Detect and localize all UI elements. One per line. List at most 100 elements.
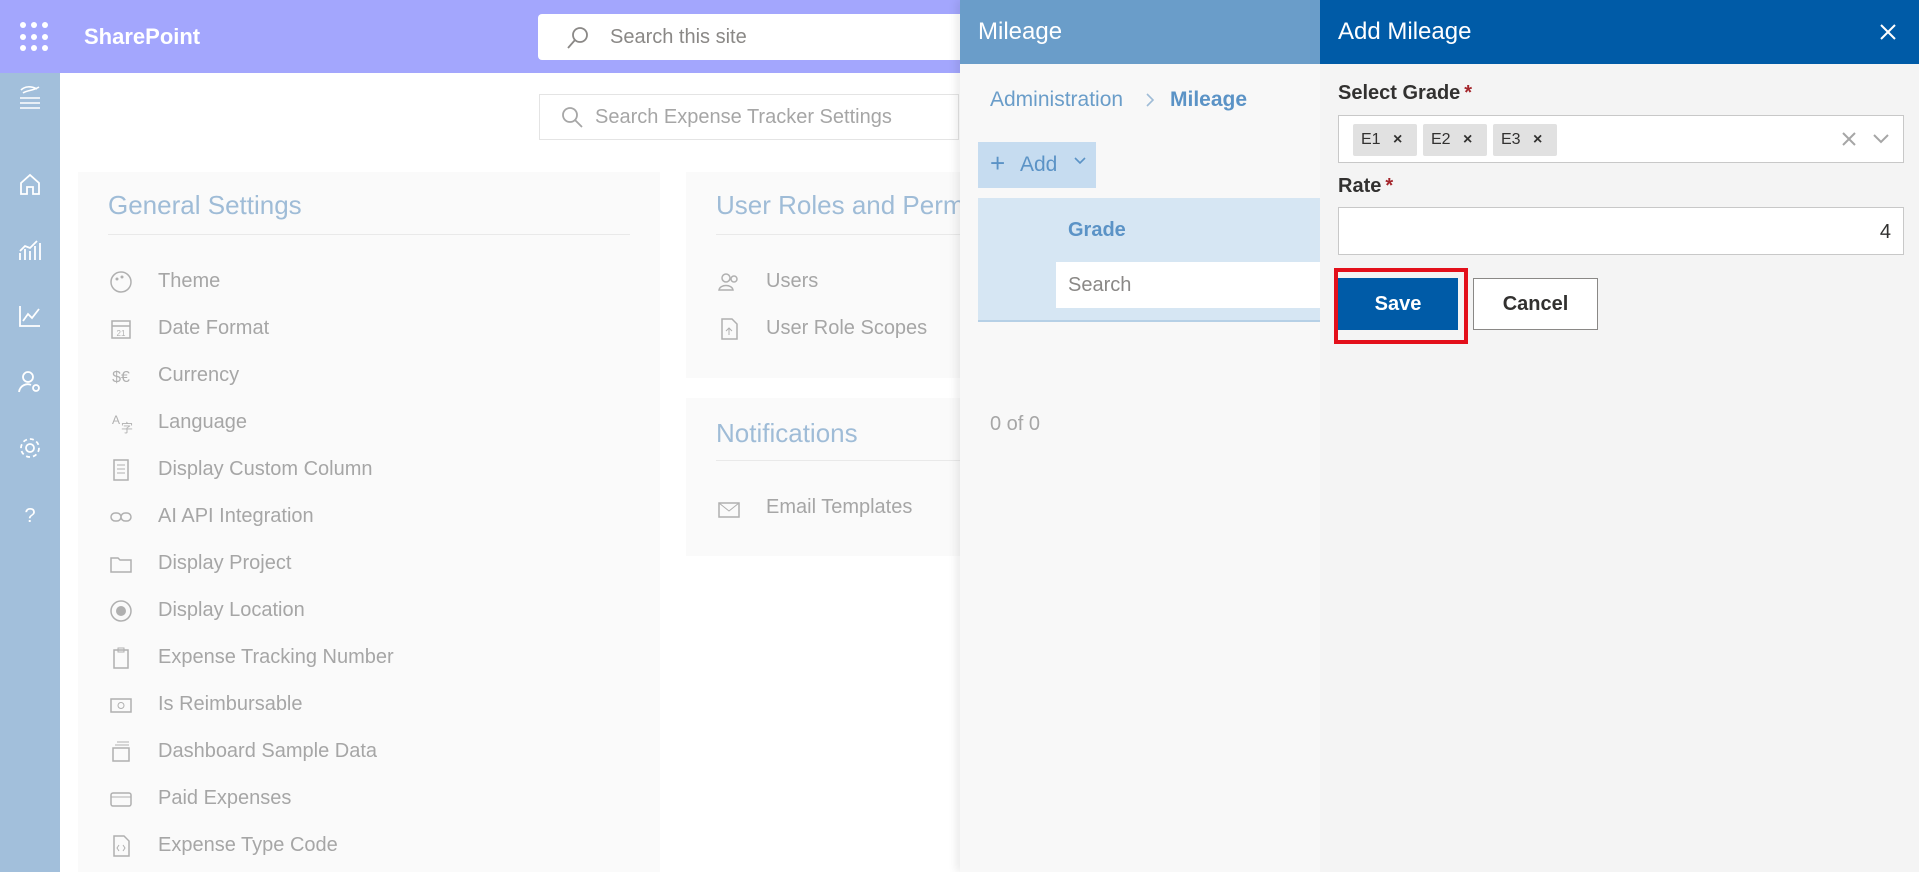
- settings-item-label: Display Custom Column: [158, 458, 373, 480]
- card-icon: [110, 792, 132, 807]
- chevron-down-icon[interactable]: [1871, 131, 1891, 147]
- grade-column-header[interactable]: Grade: [1068, 219, 1126, 242]
- settings-item-label: Display Project: [158, 552, 292, 574]
- close-icon[interactable]: [1878, 22, 1898, 42]
- settings-item-label: Is Reimbursable: [158, 693, 303, 715]
- add-button-label: Add: [1020, 153, 1058, 176]
- remove-chip-icon[interactable]: ×: [1393, 131, 1402, 149]
- project-icon: [110, 557, 132, 573]
- settings-item-label: User Role Scopes: [766, 317, 928, 339]
- search-icon: [562, 107, 583, 128]
- role-scope-icon: [721, 318, 738, 340]
- user-settings-icon[interactable]: [17, 369, 43, 395]
- users-icon: [718, 273, 738, 291]
- sharepoint-brand[interactable]: SharePoint: [84, 24, 200, 50]
- settings-icon[interactable]: [17, 435, 43, 461]
- rate-input[interactable]: 4: [1338, 207, 1904, 255]
- settings-item-expense-type-code[interactable]: Expense Type Code: [108, 831, 528, 859]
- breadcrumb-administration[interactable]: Administration: [990, 88, 1123, 112]
- link-icon: [110, 512, 132, 522]
- settings-item-label: Theme: [158, 270, 221, 292]
- add-mileage-header: Add Mileage: [1320, 0, 1919, 64]
- pagination-count: 0 of 0: [990, 413, 1041, 435]
- reports-icon[interactable]: [17, 237, 43, 263]
- chevron-right-icon: [1146, 93, 1155, 107]
- analytics-icon[interactable]: [17, 303, 43, 329]
- settings-item-date-format[interactable]: 21 Date Format: [108, 314, 528, 342]
- divider: [108, 234, 630, 235]
- settings-item-ai-api-integration[interactable]: AI API Integration: [108, 502, 528, 530]
- palette-icon: [110, 271, 132, 293]
- settings-item-label: Currency: [158, 364, 240, 386]
- settings-item-label: Expense Type Code: [158, 834, 338, 856]
- grade-multiselect[interactable]: E1 × E2 × E3 ×: [1338, 115, 1904, 163]
- svg-text:?: ?: [24, 505, 35, 527]
- select-grade-label-text: Select Grade: [1338, 82, 1461, 104]
- required-marker: *: [1464, 82, 1473, 104]
- remove-chip-icon[interactable]: ×: [1463, 131, 1472, 149]
- home-icon[interactable]: [17, 171, 43, 197]
- settings-item-currency[interactable]: $€ Currency: [108, 361, 528, 389]
- remove-chip-icon[interactable]: ×: [1533, 131, 1542, 149]
- settings-item-is-reimbursable[interactable]: Is Reimbursable: [108, 690, 528, 718]
- mileage-panel: Mileage Administration Mileage + Add Gra…: [960, 0, 1322, 872]
- settings-item-label: Paid Expenses: [158, 787, 292, 809]
- general-settings-card: General Settings Theme 21 Date Format $€ Cur…: [78, 172, 660, 872]
- settings-item-display-location[interactable]: Display Location: [108, 596, 528, 624]
- cancel-button[interactable]: Cancel: [1473, 278, 1598, 330]
- app-launcher-icon[interactable]: [20, 22, 50, 52]
- grade-search-input[interactable]: Search: [1056, 262, 1322, 308]
- user-roles-card: User Roles and Perm Users User Role Scope…: [686, 172, 966, 378]
- grade-grid-header: Grade Search: [978, 198, 1322, 322]
- help-icon[interactable]: ?: [17, 501, 43, 527]
- svg-text:$€: $€: [112, 369, 130, 386]
- rate-label-text: Rate: [1338, 175, 1382, 197]
- calendar-icon: 21: [111, 320, 131, 339]
- column-icon: [113, 459, 129, 481]
- notifications-title: Notifications: [716, 418, 858, 448]
- svg-text:A: A: [112, 413, 120, 427]
- settings-item-display-project[interactable]: Display Project: [108, 549, 528, 577]
- settings-item-expense-tracking-number[interactable]: Expense Tracking Number: [108, 643, 528, 671]
- settings-item-theme[interactable]: Theme: [108, 267, 528, 295]
- rate-label: Rate *: [1338, 175, 1393, 198]
- mileage-panel-header: Mileage: [960, 0, 1322, 64]
- settings-search-box[interactable]: Search Expense Tracker Settings: [539, 94, 959, 140]
- add-button[interactable]: + Add: [978, 142, 1096, 188]
- site-search-box[interactable]: Search this site: [538, 14, 998, 60]
- settings-item-paid-expenses[interactable]: Paid Expenses: [108, 784, 528, 812]
- grade-chip-label: E1: [1361, 131, 1381, 148]
- money-icon: [110, 698, 132, 713]
- clipboard-icon: [113, 647, 129, 669]
- settings-item-display-custom-column[interactable]: Display Custom Column: [108, 455, 528, 483]
- add-mileage-panel: Add Mileage Select Grade * E1 × E2 × E3 ×…: [1320, 0, 1919, 872]
- location-icon: [110, 600, 132, 622]
- code-file-icon: [113, 835, 130, 857]
- currency-icon: $€: [112, 369, 130, 386]
- settings-item-label: Language: [158, 411, 247, 433]
- mileage-panel-title: Mileage: [978, 18, 1063, 45]
- site-search-placeholder: Search this site: [610, 26, 747, 48]
- settings-item-language[interactable]: A 字 Language: [108, 408, 528, 436]
- grade-chip-e1: E1 ×: [1353, 124, 1417, 156]
- settings-item-dashboard-sample-data[interactable]: Dashboard Sample Data: [108, 737, 528, 765]
- settings-item-label: Date Format: [158, 317, 270, 339]
- expense-logo-icon[interactable]: [17, 83, 43, 109]
- settings-item-label: AI API Integration: [158, 505, 314, 527]
- required-marker: *: [1385, 175, 1394, 197]
- stack-icon: [112, 741, 130, 762]
- settings-search-placeholder: Search Expense Tracker Settings: [595, 106, 892, 128]
- settings-item-label: Dashboard Sample Data: [158, 740, 378, 762]
- save-button[interactable]: Save: [1338, 278, 1458, 330]
- settings-item-label: Email Templates: [766, 496, 913, 518]
- grade-search-placeholder: Search: [1068, 274, 1132, 296]
- user-roles-title: User Roles and Perm: [716, 190, 965, 220]
- plus-icon: +: [990, 148, 1006, 178]
- grade-chip-label: E2: [1431, 131, 1451, 148]
- breadcrumb-mileage: Mileage: [1170, 88, 1248, 111]
- grade-chip-e3: E3 ×: [1493, 124, 1557, 156]
- svg-text:21: 21: [117, 329, 126, 338]
- clear-selection-icon[interactable]: [1839, 129, 1859, 149]
- divider: [716, 460, 966, 461]
- svg-text:字: 字: [121, 420, 133, 435]
